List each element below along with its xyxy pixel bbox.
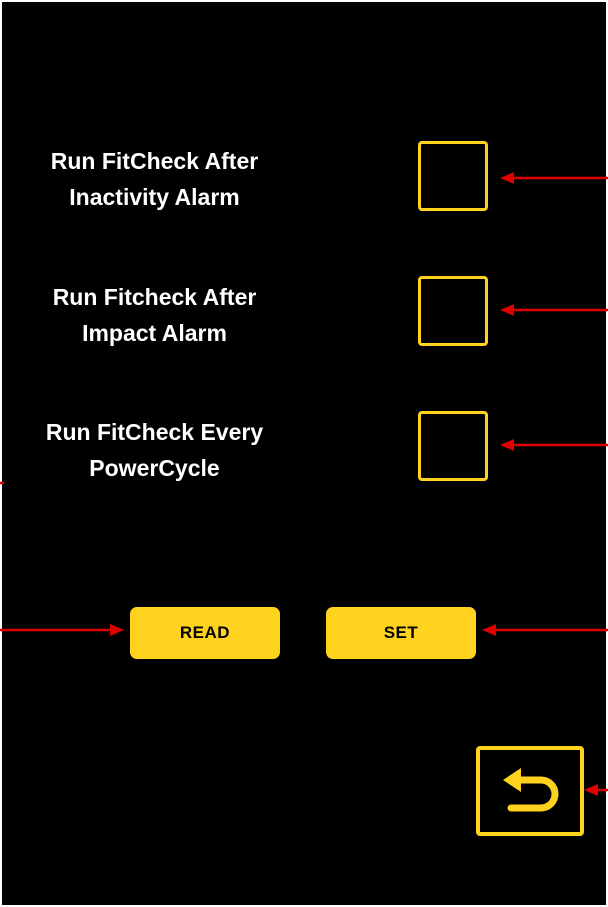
settings-screen: Run FitCheck After Inactivity Alarm Run … — [2, 2, 606, 905]
option-label-impact-alarm: Run Fitcheck After Impact Alarm — [52, 284, 257, 346]
option-label-every-powercycle: Run FitCheck Every PowerCycle — [45, 419, 264, 481]
set-button[interactable]: SET — [326, 607, 476, 659]
return-arrow-icon — [503, 768, 559, 812]
back-button[interactable] — [476, 746, 584, 836]
read-button[interactable]: READ — [130, 607, 280, 659]
option-label-inactivity-alarm: Run FitCheck After Inactivity Alarm — [50, 148, 259, 210]
checkbox-every-powercycle[interactable] — [418, 411, 488, 481]
checkbox-inactivity-alarm[interactable] — [418, 141, 488, 211]
checkbox-impact-alarm[interactable] — [418, 276, 488, 346]
